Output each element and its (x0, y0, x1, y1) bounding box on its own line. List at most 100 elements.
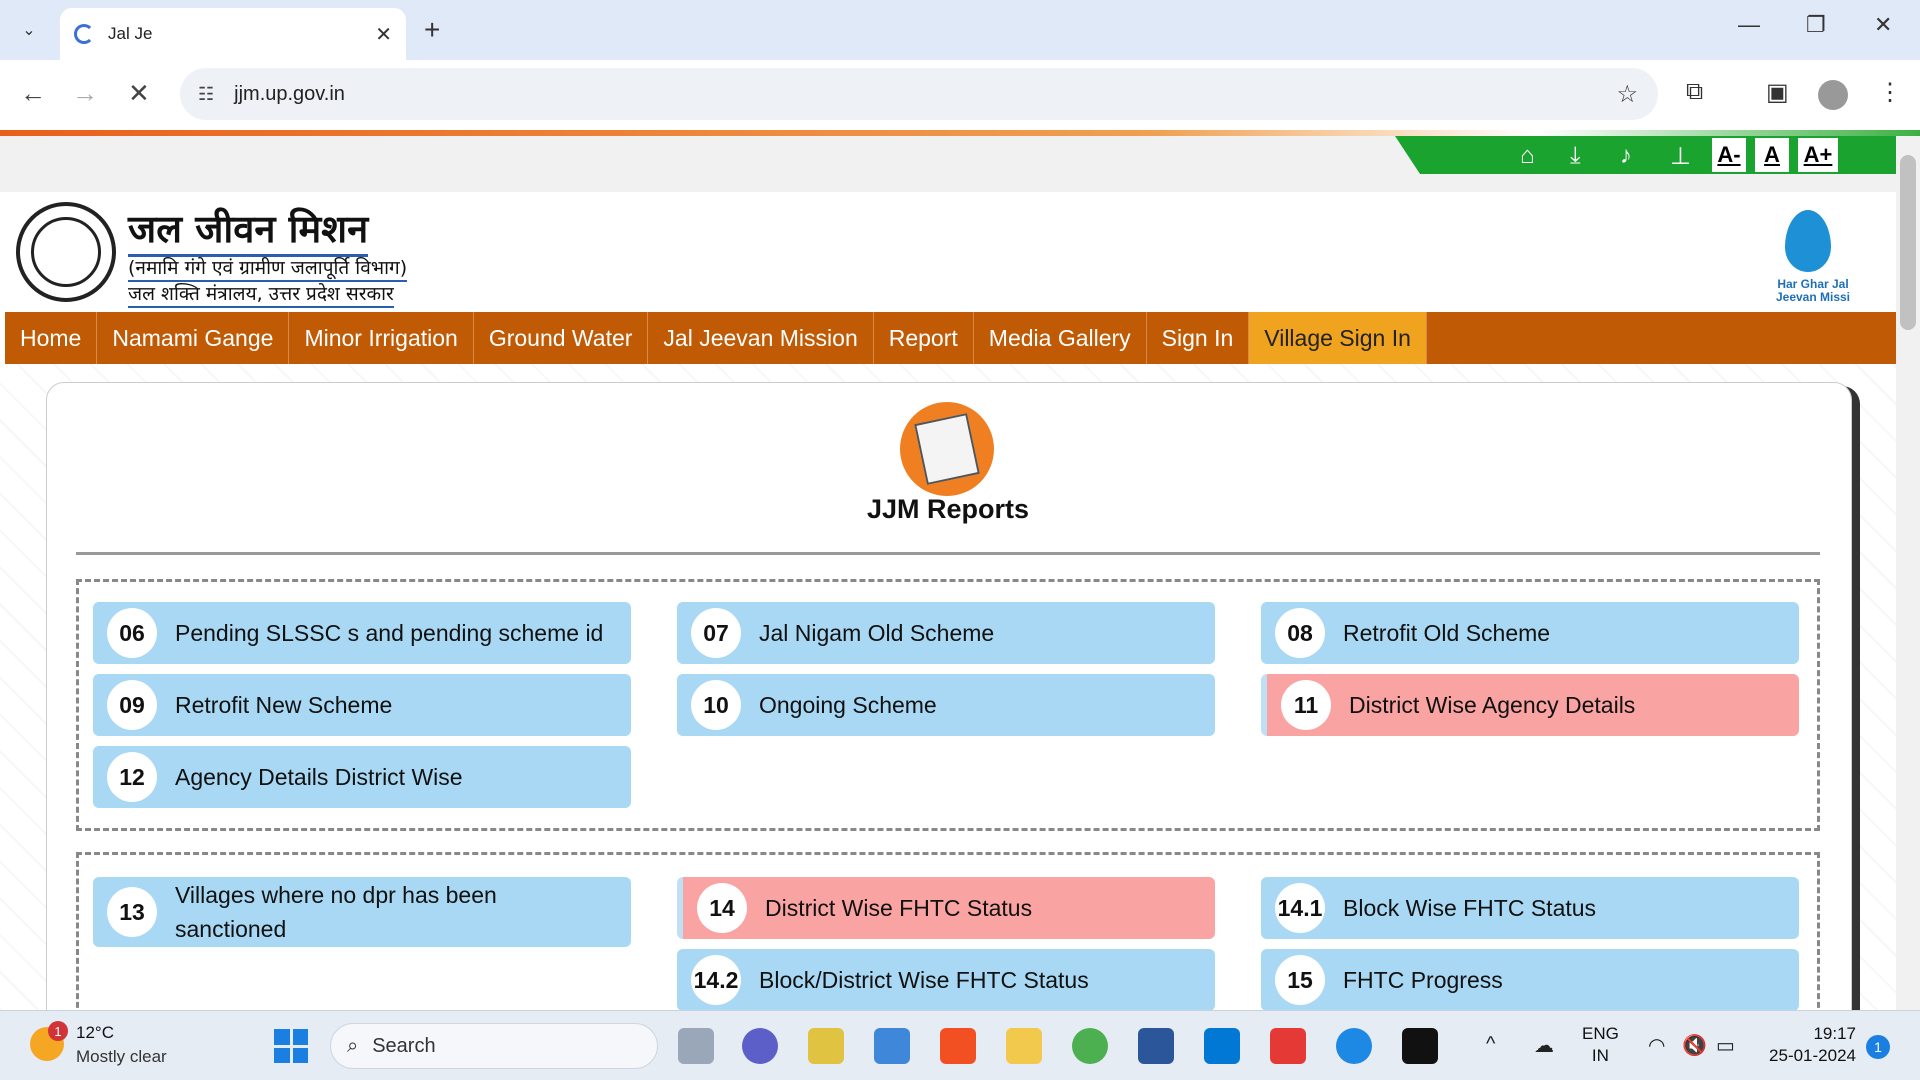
ms-store-icon[interactable] (940, 1028, 976, 1064)
site-title[interactable]: जल जीवन मिशन (128, 202, 369, 257)
tab-close-icon[interactable]: ✕ (375, 22, 392, 47)
report-label: Agency Details District Wise (175, 764, 463, 790)
site-info-icon[interactable]: ☷ (198, 84, 214, 105)
stop-loading-icon[interactable]: ✕ (128, 78, 150, 109)
nav-home[interactable]: Home (5, 312, 98, 364)
teams-chat-icon[interactable] (742, 1028, 778, 1064)
minimize-icon[interactable]: — (1738, 12, 1760, 38)
scrollbar-thumb[interactable] (1900, 155, 1916, 330)
word-icon[interactable] (1138, 1028, 1174, 1064)
onedrive-icon[interactable]: ☁ (1534, 1033, 1554, 1058)
sitemap-icon[interactable]: ⊥ (1670, 142, 1691, 171)
font-normal-button[interactable]: A (1755, 138, 1789, 172)
site-subtitle-ministry: जल शक्ति मंत्रालय, उत्तर प्रदेश सरकार (128, 280, 394, 308)
report-item-06[interactable]: 06 Pending SLSSC s and pending scheme id (93, 602, 631, 664)
menu-kebab-icon[interactable]: ⋮ (1878, 78, 1902, 107)
report-label: Pending SLSSC s and pending scheme id (175, 620, 604, 646)
report-item-15[interactable]: 15 FHTC Progress (1261, 949, 1799, 1010)
taskbar-search[interactable]: ⌕ Search (330, 1023, 658, 1069)
nav-namami-gange[interactable]: Namami Gange (97, 312, 290, 364)
home-icon[interactable]: ⌂ (1520, 142, 1535, 170)
wifi-icon[interactable]: ◠ (1648, 1033, 1665, 1058)
chrome-icon[interactable] (1072, 1028, 1108, 1064)
report-number: 14.2 (691, 955, 741, 1005)
back-icon[interactable]: ← (20, 78, 46, 109)
report-number: 06 (107, 608, 157, 658)
nav-minor-irrigation[interactable]: Minor Irrigation (289, 312, 474, 364)
myhp-icon[interactable] (874, 1028, 910, 1064)
font-increase-button[interactable]: A+ (1798, 138, 1838, 172)
taskbar-search-label: Search (372, 1034, 436, 1057)
nav-report[interactable]: Report (874, 312, 974, 364)
loading-favicon-icon (74, 24, 94, 44)
forward-icon[interactable]: → (72, 78, 98, 109)
nav-ground-water[interactable]: Ground Water (474, 312, 649, 364)
utility-bar: ⌂ ⤓ ♪ ⊥ A- A A+ (0, 136, 1896, 192)
bookmark-star-icon[interactable]: ☆ (1616, 80, 1638, 109)
browser-tab-bar: ⌄ Jal Je ✕ + — ❐ ✕ (0, 0, 1920, 60)
tab-search-icon[interactable]: ⌄ (12, 13, 46, 47)
report-label: Block/District Wise FHTC Status (759, 967, 1089, 993)
report-group-2: 13 Villages where no dpr has been sancti… (76, 852, 1820, 1010)
har-ghar-jal-text: Har Ghar Jal Jeevan Missi (1775, 277, 1851, 304)
nav-sign-in[interactable]: Sign In (1147, 312, 1250, 364)
vscode-icon[interactable] (1204, 1028, 1240, 1064)
report-number: 07 (691, 608, 741, 658)
nav-jal-jeevan-mission[interactable]: Jal Jeevan Mission (648, 312, 874, 364)
font-decrease-button[interactable]: A- (1712, 138, 1746, 172)
pycharm-icon[interactable] (1402, 1028, 1438, 1064)
snip-tool-icon[interactable] (808, 1028, 844, 1064)
report-item-12[interactable]: 12 Agency Details District Wise (93, 746, 631, 808)
report-item-13[interactable]: 13 Villages where no dpr has been sancti… (93, 877, 631, 947)
report-item-07[interactable]: 07 Jal Nigam Old Scheme (677, 602, 1215, 664)
main-navigation: Home Namami Gange Minor Irrigation Groun… (5, 312, 1896, 364)
task-view-icon[interactable] (678, 1028, 714, 1064)
clock[interactable]: 19:17 25-01-2024 (1760, 1023, 1856, 1067)
battery-icon[interactable]: ▭ (1716, 1033, 1735, 1058)
media-player-icon[interactable] (1270, 1028, 1306, 1064)
weather-description[interactable]: Mostly clear (76, 1047, 167, 1067)
report-item-09[interactable]: 09 Retrofit New Scheme (93, 674, 631, 736)
report-label: FHTC Progress (1343, 967, 1503, 993)
window-close-icon[interactable]: ✕ (1874, 12, 1892, 38)
browser-tab[interactable]: Jal Je ✕ (60, 8, 406, 60)
edge-icon[interactable] (1336, 1028, 1372, 1064)
report-item-14[interactable]: 14 District Wise FHTC Status (677, 877, 1215, 939)
download-icon[interactable]: ⤓ (1570, 142, 1581, 170)
report-number: 15 (1275, 955, 1325, 1005)
report-label: District Wise FHTC Status (765, 895, 1033, 921)
restore-icon[interactable]: ❐ (1806, 12, 1826, 38)
report-item-14-2[interactable]: 14.2 Block/District Wise FHTC Status (677, 949, 1215, 1010)
reports-heading: JJM Reports (866, 494, 1030, 524)
nav-village-sign-in[interactable]: Village Sign In (1249, 312, 1427, 364)
audio-icon[interactable]: ♪ (1620, 142, 1632, 170)
language-indicator[interactable]: ENG IN (1582, 1023, 1619, 1067)
show-hidden-icons-icon[interactable]: ^ (1486, 1033, 1495, 1056)
nav-media-gallery[interactable]: Media Gallery (974, 312, 1147, 364)
report-number: 11 (1281, 680, 1331, 730)
report-magnifier-icon (900, 402, 994, 496)
report-item-14-1[interactable]: 14.1 Block Wise FHTC Status (1261, 877, 1799, 939)
site-header: जल जीवन मिशन (नमामि गंगे एवं ग्रामीण जला… (0, 192, 1896, 312)
start-windows-icon[interactable] (274, 1029, 308, 1063)
weather-temperature[interactable]: 12°C (76, 1023, 114, 1043)
extensions-icon[interactable]: ⧉ (1686, 78, 1703, 106)
report-label: District Wise Agency Details (1349, 692, 1636, 718)
site-subtitle-department: (नमामि गंगे एवं ग्रामीण जलापूर्ति विभाग) (128, 254, 408, 282)
volume-muted-icon[interactable]: 🔇 (1682, 1033, 1707, 1058)
report-number: 13 (107, 887, 157, 937)
report-item-10[interactable]: 10 Ongoing Scheme (677, 674, 1215, 736)
address-bar[interactable]: ☷ jjm.up.gov.in ☆ (180, 68, 1658, 120)
new-tab-icon[interactable]: + (424, 14, 440, 46)
side-panel-icon[interactable]: ▣ (1766, 78, 1789, 107)
profile-avatar[interactable] (1818, 80, 1848, 110)
report-item-11[interactable]: 11 District Wise Agency Details (1261, 674, 1799, 736)
weather-badge: 1 (48, 1021, 68, 1041)
file-explorer-icon[interactable] (1006, 1028, 1042, 1064)
heading-divider (76, 552, 1820, 555)
up-govt-emblem[interactable] (16, 202, 116, 302)
report-number: 12 (107, 752, 157, 802)
notification-badge[interactable]: 1 (1866, 1035, 1890, 1059)
report-item-08[interactable]: 08 Retrofit Old Scheme (1261, 602, 1799, 664)
report-number: 14.1 (1275, 883, 1325, 933)
